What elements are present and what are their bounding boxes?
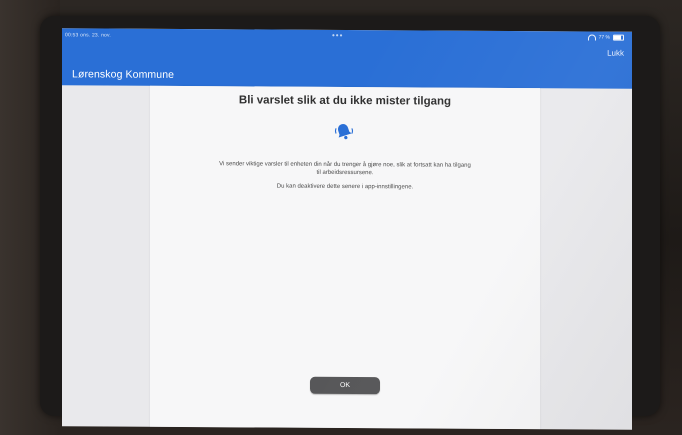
- battery-level: [614, 35, 621, 40]
- app-header: 00:53 ons. 23. nov. ••• 77 % Lukk Lørens…: [62, 28, 632, 89]
- wifi-icon: [587, 34, 596, 41]
- app-screen: 00:53 ons. 23. nov. ••• 77 % Lukk Lørens…: [62, 28, 632, 430]
- prompt-title: Bli varslet slik at du ikke mister tilga…: [238, 94, 452, 108]
- notification-prompt-panel: Bli varslet slik at du ikke mister tilga…: [150, 85, 540, 430]
- organization-title: Lørenskog Kommune: [72, 68, 175, 81]
- bell-icon: [334, 124, 354, 140]
- status-indicators: 77 %: [587, 34, 624, 41]
- close-button[interactable]: Lukk: [607, 49, 624, 58]
- prompt-description-line-2: til arbeidsressursene.: [316, 169, 374, 177]
- battery-percentage: 77 %: [598, 34, 610, 41]
- prompt-settings-note: Du kan deaktivere dette senere i app-inn…: [276, 183, 414, 191]
- prompt-description-line-1: Vi sender viktige varsler til enheten di…: [219, 161, 471, 169]
- prompt-description: Vi sender viktige varsler til enheten di…: [160, 160, 530, 178]
- battery-icon: [613, 34, 624, 41]
- status-time: 00:53 ons. 23. nov.: [65, 32, 111, 39]
- photo-scene: 00:53 ons. 23. nov. ••• 77 % Lukk Lørens…: [0, 0, 682, 435]
- multitasking-dots[interactable]: •••: [332, 31, 343, 40]
- ok-button[interactable]: OK: [310, 376, 380, 395]
